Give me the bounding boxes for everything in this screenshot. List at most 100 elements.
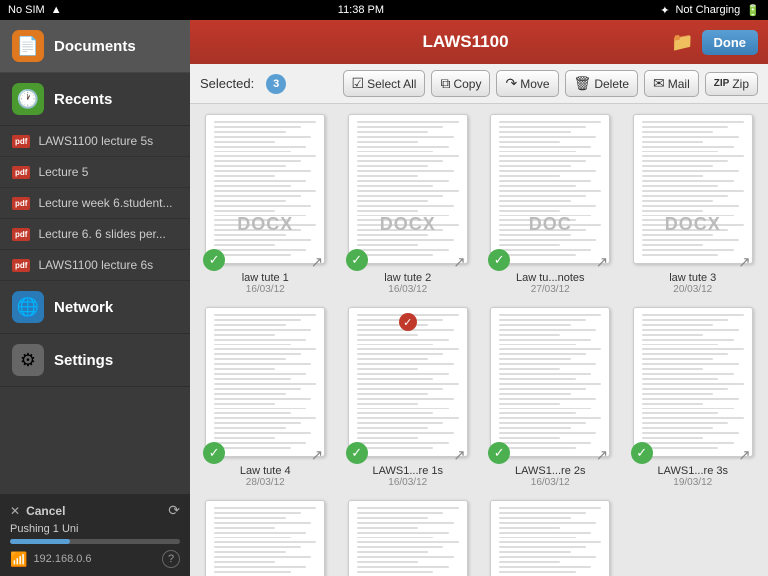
file-name: Law tute 4 [240, 465, 291, 477]
pdf-badge: pdf [12, 259, 30, 272]
file-item[interactable]: ✓DOC↗Law tu...notes27/03/12 [485, 114, 616, 295]
file-item[interactable]: ✓DOCX↗law tute 116/03/12 [200, 114, 331, 295]
share-icon[interactable]: ↗ [738, 446, 751, 464]
mail-button[interactable]: ✉ Mail [644, 70, 699, 97]
thumb-line [357, 532, 449, 534]
signal-icon: ▲ [51, 4, 62, 16]
sidebar-item-lecture6-slides[interactable]: pdf Lecture 6. 6 slides per... [0, 219, 190, 250]
file-name: Law tu...notes [516, 272, 585, 284]
thumb-line [499, 146, 591, 148]
file-item[interactable]: ✓✓↗LAWS1...re 1s16/03/12 [343, 307, 474, 488]
sidebar-item-network[interactable]: 🌐 Network [0, 281, 190, 334]
thumb-line [357, 195, 444, 197]
file-item[interactable]: ✓↗LAWS1...re 3s19/03/12 [628, 307, 759, 488]
file-type-badge: DOCX [237, 214, 293, 235]
cancel-x-button[interactable]: ✕ [10, 504, 20, 518]
share-icon[interactable]: ↗ [453, 253, 466, 271]
thumb-line [642, 170, 739, 172]
carrier-label: No SIM [8, 4, 45, 16]
share-icon[interactable]: ↗ [596, 446, 609, 464]
help-button[interactable]: ? [162, 550, 180, 568]
thumb-line [499, 403, 560, 405]
thumb-line [499, 571, 576, 573]
file-item[interactable]: ✓↗Law tute 428/03/12 [200, 307, 331, 488]
thumb-line [642, 393, 713, 395]
sidebar-item-recents[interactable]: 🕐 Recents [0, 73, 190, 126]
documents-icon: 📄 [12, 30, 44, 62]
share-icon[interactable]: ↗ [311, 253, 324, 271]
move-button[interactable]: ↷ Move [496, 70, 558, 97]
file-thumb-container: ✓↗ [205, 307, 325, 462]
copy-button[interactable]: ⧉ Copy [431, 70, 490, 97]
thumb-line [357, 566, 449, 568]
thumb-line [499, 432, 596, 434]
thumb-line [357, 180, 449, 182]
thumb-line [214, 151, 291, 153]
file-item[interactable]: ↗LAWS1100 Business Law Lecture 2 [343, 500, 474, 576]
thumb-line [499, 363, 596, 365]
thumb-line [499, 527, 560, 529]
thumb-line [499, 319, 586, 321]
thumb-line [642, 398, 739, 400]
sidebar-settings-label: Settings [54, 352, 113, 369]
sidebar-item-lecture-week6[interactable]: pdf Lecture week 6.student... [0, 188, 190, 219]
thumb-line [214, 417, 316, 419]
cancel-label[interactable]: Cancel [26, 504, 65, 518]
zip-button[interactable]: ZIP Zip [705, 72, 758, 96]
share-icon[interactable]: ↗ [453, 446, 466, 464]
folder-icon[interactable]: 📁 [671, 32, 693, 53]
pushing-label: Pushing 1 Uni [10, 523, 180, 535]
thumb-line [357, 378, 434, 380]
sidebar-item-lecture5[interactable]: pdf Lecture 5 [0, 157, 190, 188]
thumb-line [499, 383, 601, 385]
thumb-line [499, 126, 586, 128]
thumb-line [357, 546, 444, 548]
file-item[interactable]: ✓↗LAWS1...re 2s16/03/12 [485, 307, 616, 488]
thumb-line [642, 165, 713, 167]
thumb-line [214, 190, 316, 192]
pdf-item-label: LAWS1100 lecture 5s [38, 134, 153, 148]
sidebar-item-laws1100-6s[interactable]: pdf LAWS1100 lecture 6s [0, 250, 190, 281]
file-item[interactable]: ↗LAWS1100 Business Law Lecture 1 [200, 500, 331, 576]
thumb-line [357, 571, 434, 573]
thumb-line [357, 412, 434, 414]
thumb-line [499, 136, 596, 138]
thumb-line [642, 131, 713, 133]
share-icon[interactable]: ↗ [738, 253, 751, 271]
red-indicator: ✓ [399, 313, 417, 331]
status-bar: No SIM ▲ 11:38 PM ✦ Not Charging 🔋 [0, 0, 768, 20]
thumb-line [357, 373, 449, 375]
selected-checkmark: ✓ [488, 249, 510, 271]
thumb-line [357, 422, 444, 424]
thumb-line [357, 121, 459, 123]
thumb-line [642, 378, 719, 380]
sidebar-item-documents[interactable]: 📄 Documents [0, 20, 190, 73]
select-all-label: Select All [367, 77, 416, 91]
thumb-line [357, 141, 418, 143]
sidebar-item-laws1100-5s[interactable]: pdf LAWS1100 lecture 5s [0, 126, 190, 157]
done-button[interactable]: Done [702, 30, 759, 55]
file-thumb-container: DOCX↗ [633, 114, 753, 269]
pdf-item-label: Lecture 5 [38, 165, 88, 179]
thumb-line [357, 136, 454, 138]
file-item[interactable]: DOCX↗law tute 320/03/12 [628, 114, 759, 295]
thumb-line [499, 239, 596, 241]
thumb-line [357, 561, 418, 563]
share-icon[interactable]: ↗ [311, 446, 324, 464]
file-item[interactable]: ✓DOCX↗law tute 216/03/12 [343, 114, 474, 295]
sidebar-item-settings[interactable]: ⚙ Settings [0, 334, 190, 387]
thumb-line [499, 348, 601, 350]
thumb-line [214, 412, 291, 414]
thumb-line [357, 408, 449, 410]
thumb-line [214, 427, 285, 429]
delete-button[interactable]: 🗑 Delete [565, 70, 638, 97]
thumb-line [499, 561, 560, 563]
thumb-line [642, 314, 744, 316]
share-icon[interactable]: ↗ [596, 253, 609, 271]
file-item[interactable]: ↗LAWS1100 Business Law Lecture 3 [485, 500, 616, 576]
thumb-line [214, 368, 275, 370]
thumb-line [214, 324, 285, 326]
thumb-line [499, 329, 596, 331]
thumb-line [499, 180, 591, 182]
select-all-button[interactable]: ☑ Select All [343, 70, 426, 97]
